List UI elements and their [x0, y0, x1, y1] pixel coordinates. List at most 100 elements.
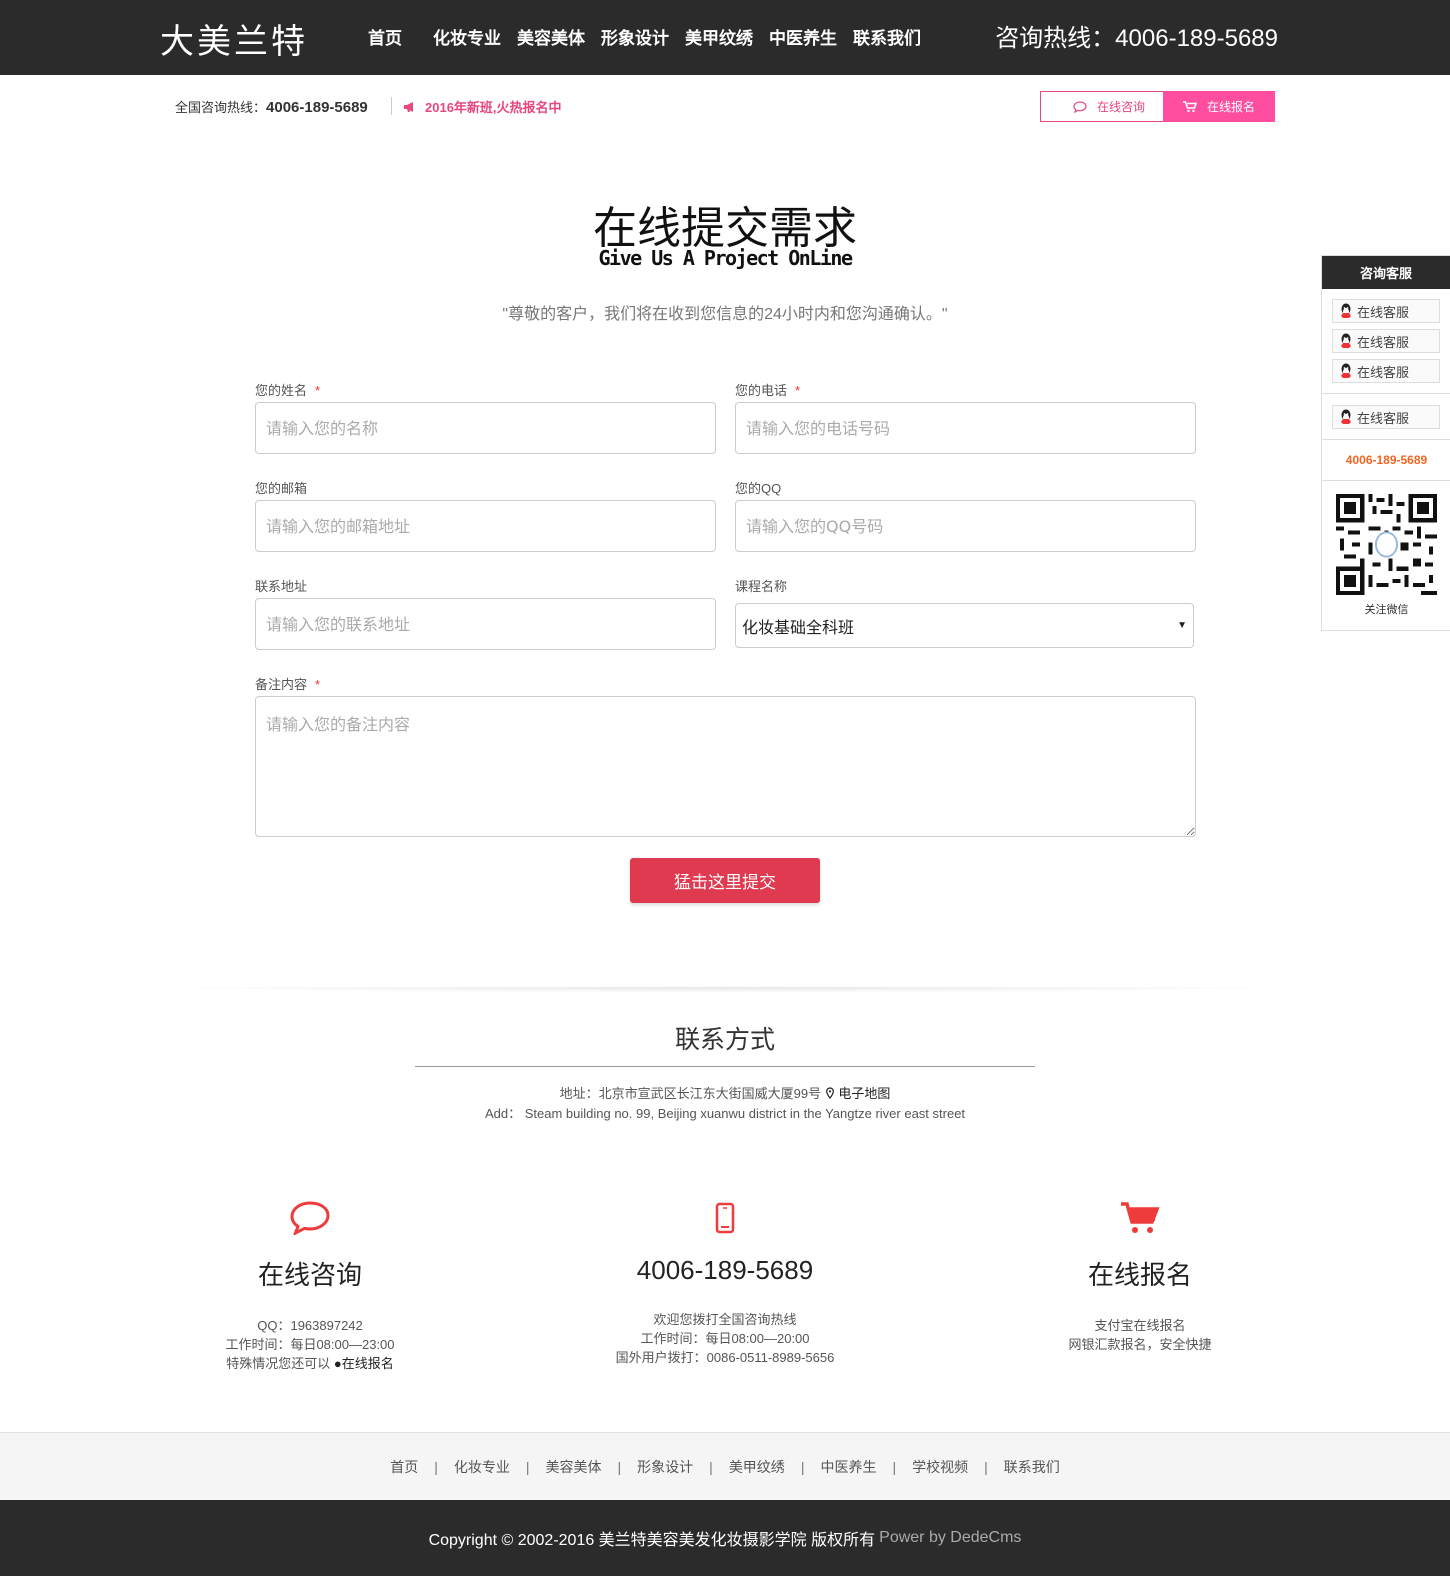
contact-address-en: Add： Steam building no. 99, Beijing xuan… — [484, 1106, 966, 1121]
wechat-qr-code — [1336, 494, 1437, 595]
address-input[interactable] — [255, 598, 716, 650]
megaphone-icon — [404, 101, 413, 112]
footer-separator: | — [525, 1458, 530, 1475]
footer-link-videos[interactable]: 学校视频 — [912, 1457, 968, 1477]
contact-address: 地址：北京市宣武区长江东大街国威大厦99号 电子地图 — [0, 1083, 1450, 1102]
required-mark: * — [795, 383, 801, 398]
online-consult-label: 在线咨询 — [1096, 100, 1145, 114]
side-service-item[interactable]: 在线客服 — [1332, 299, 1440, 323]
phone-input[interactable] — [735, 402, 1196, 454]
footer-link-nails[interactable]: 美甲纹绣 — [729, 1457, 785, 1477]
side-divider — [1322, 480, 1450, 481]
footer-link-makeup[interactable]: 化妆专业 — [454, 1457, 510, 1477]
side-service-item[interactable]: 在线客服 — [1332, 359, 1440, 383]
promo-notice[interactable]: 2016年新班,火热报名中 — [403, 97, 562, 116]
address-text: 地址：北京市宣武区长江东大街国威大厦99号 — [559, 1086, 822, 1101]
side-divider — [1322, 439, 1450, 440]
footer-separator: | — [709, 1458, 713, 1475]
nav-tcm[interactable]: 中医养生 — [769, 24, 837, 49]
footer-link-home[interactable]: 首页 — [390, 1457, 418, 1477]
note-label-text: 备注内容 — [255, 677, 308, 692]
nav-home[interactable]: 首页 — [368, 24, 402, 49]
contact-underline — [415, 1066, 1035, 1067]
qr-label: 关注微信 — [1364, 604, 1409, 616]
side-service-panel: 咨询客服 在线客服 在线客服 在线客服 在线客服 4006-189-5689 关… — [1321, 255, 1450, 631]
form-description: "尊敬的客户，我们将在收到您信息的24小时内和您沟通确认。" — [502, 306, 948, 323]
side-phone: 4006-189-5689 — [1345, 453, 1428, 467]
consult-hours: 工作时间：每日08:00—23:00 — [225, 1337, 395, 1352]
main-nav: 首页 化妆专业 美容美体 形象设计 美甲纹绣 中医养生 联系我们 — [368, 24, 937, 49]
qq-penguin-icon — [1341, 363, 1351, 378]
footer-separator: | — [800, 1458, 805, 1475]
consult-extra: 特殊情况您还可以 ●在线报名 — [100, 1354, 520, 1373]
mobile-phone-icon — [515, 1195, 935, 1241]
enroll-alipay: 支付宝在线报名 — [1094, 1318, 1186, 1333]
name-label-text: 您的姓名 — [255, 383, 308, 398]
side-service-label: 在线客服 — [1357, 334, 1410, 350]
qq-label: 您的QQ — [735, 481, 782, 496]
consult-extra-text: 特殊情况您还可以 — [226, 1356, 334, 1371]
side-panel-title: 咨询客服 — [1322, 256, 1450, 289]
side-service-item[interactable]: 在线客服 — [1332, 329, 1440, 353]
qq-penguin-icon — [1341, 409, 1351, 424]
cart-icon — [1182, 100, 1197, 112]
power-by-link[interactable]: Power by DedeCms — [879, 1529, 1021, 1547]
footer-copyright: Copyright © 2002-2016 美兰特美容美发化妆摄影学院 版权所有… — [0, 1500, 1450, 1576]
footer-link-beauty[interactable]: 美容美体 — [546, 1457, 602, 1477]
map-pin-icon — [825, 1086, 839, 1101]
nav-nails[interactable]: 美甲纹绣 — [685, 24, 753, 49]
phone-label-text: 您的电话 — [735, 383, 788, 398]
sub-hotline-number: 4006-189-5689 — [266, 99, 368, 116]
consult-lines: QQ：1963897242 工作时间：每日08:00—23:00 特殊情况您还可… — [100, 1316, 520, 1373]
form-subtitle: Give Us A Project OnLine — [598, 246, 853, 270]
phone-title: 4006-189-5689 — [636, 1255, 814, 1285]
site-logo[interactable]: 大美兰特 — [160, 14, 308, 63]
nav-makeup[interactable]: 化妆专业 — [433, 24, 501, 49]
side-service-item[interactable]: 在线客服 — [1332, 405, 1440, 429]
enroll-title: 在线报名 — [1087, 1260, 1192, 1290]
course-select[interactable]: 化妆基础全科班 ▼ — [735, 603, 1194, 648]
contact-title: 联系方式 — [674, 1026, 775, 1054]
footer-link-image-design[interactable]: 形象设计 — [637, 1457, 693, 1477]
enroll-column: 在线报名 支付宝在线报名 网银汇款报名，安全快捷 — [930, 1195, 1350, 1354]
consult-qq: QQ：1963897242 — [257, 1318, 363, 1333]
footer-separator: | — [892, 1458, 897, 1475]
sub-hotline: 全国咨询热线：4006-189-5689 — [175, 97, 368, 116]
course-select-value: 化妆基础全科班 — [742, 619, 855, 637]
sub-divider — [391, 97, 392, 115]
top-header: 大美兰特 首页 化妆专业 美容美体 形象设计 美甲纹绣 中医养生 联系我们 咨询… — [0, 0, 1450, 75]
note-textarea[interactable] — [255, 696, 1196, 837]
chevron-down-icon: ▼ — [1177, 620, 1187, 631]
sub-hotline-label: 全国咨询热线： — [175, 100, 267, 115]
chat-bubble-icon — [100, 1195, 520, 1241]
side-service-label: 在线客服 — [1357, 304, 1410, 320]
address-label: 联系地址 — [255, 579, 308, 594]
online-enroll-label: 在线报名 — [1206, 100, 1255, 114]
enroll-lines: 支付宝在线报名 网银汇款报名，安全快捷 — [930, 1316, 1350, 1354]
nav-beauty[interactable]: 美容美体 — [517, 24, 585, 49]
submit-button[interactable]: 猛击这里提交 — [630, 858, 820, 903]
phone-welcome: 欢迎您拨打全国咨询热线 — [653, 1312, 797, 1327]
phone-international: 国外用户拨打：0086-0511-8989-5656 — [615, 1350, 835, 1365]
consult-enroll-link[interactable]: ●在线报名 — [334, 1356, 394, 1371]
name-label: 您的姓名 * — [255, 380, 320, 399]
copyright-text: Copyright © 2002-2016 美兰特美容美发化妆摄影学院 版权所有 — [428, 1532, 876, 1549]
enroll-bank: 网银汇款报名，安全快捷 — [1068, 1337, 1212, 1352]
phone-column: 4006-189-5689 欢迎您拨打全国咨询热线 工作时间：每日08:00—2… — [515, 1195, 935, 1367]
qq-penguin-icon — [1341, 333, 1351, 348]
footer-link-tcm[interactable]: 中医养生 — [820, 1457, 876, 1477]
side-service-label: 在线客服 — [1357, 364, 1410, 380]
note-label: 备注内容 * — [255, 674, 320, 693]
online-consult-button[interactable]: 在线咨询 — [1040, 91, 1178, 122]
online-enroll-button[interactable]: 在线报名 — [1163, 91, 1275, 122]
name-input[interactable] — [255, 402, 716, 454]
map-link[interactable]: 电子地图 — [838, 1086, 890, 1101]
nav-contact[interactable]: 联系我们 — [853, 24, 921, 49]
phone-label: 您的电话 * — [735, 380, 800, 399]
email-input[interactable] — [255, 500, 716, 552]
qq-penguin-icon — [1341, 303, 1351, 318]
footer-link-contact[interactable]: 联系我们 — [1004, 1457, 1060, 1477]
qq-input[interactable] — [735, 500, 1196, 552]
side-divider — [1322, 393, 1450, 394]
nav-image-design[interactable]: 形象设计 — [601, 24, 669, 49]
